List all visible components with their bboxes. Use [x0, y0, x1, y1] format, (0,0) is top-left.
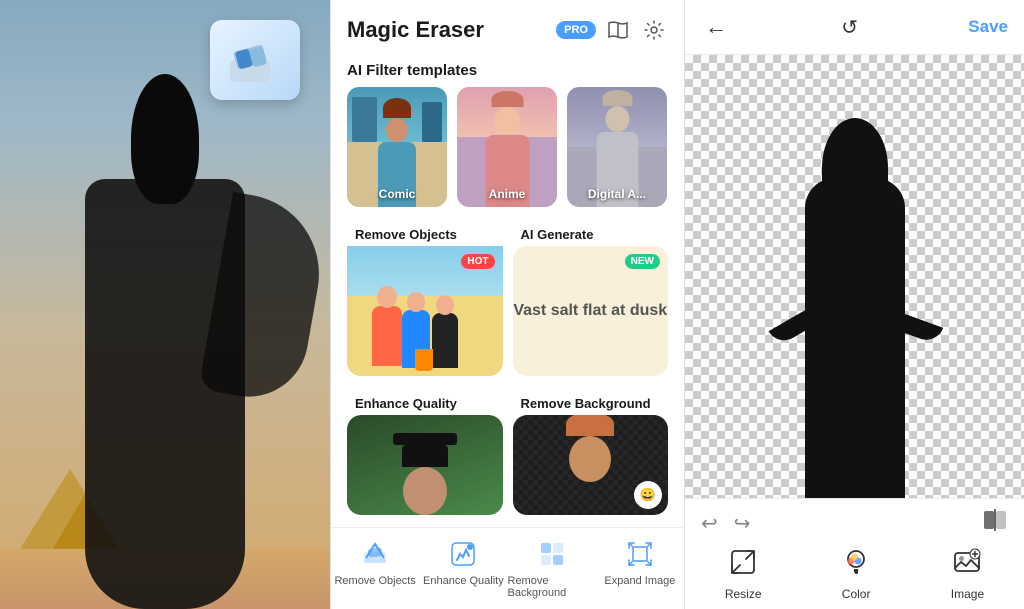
resize-label: Resize — [725, 587, 762, 601]
rb-head — [569, 436, 611, 482]
redo-button[interactable]: ↪ — [734, 511, 751, 536]
enhance-quality-card[interactable] — [347, 415, 503, 515]
beach-bucket — [415, 349, 433, 371]
beach-child-1 — [372, 306, 402, 366]
person-hair — [131, 74, 199, 204]
filter-card-anime[interactable]: Anime — [457, 87, 557, 207]
bottom-tools: Remove Objects Enhance Quality — [331, 527, 684, 603]
person-dress — [85, 179, 245, 609]
tool-expand-image[interactable]: Expand Image — [596, 536, 684, 599]
right-tool-resize[interactable]: Resize — [725, 547, 762, 601]
ai-generate-section[interactable]: AI Generate NEW Vast salt flat at dusk — [513, 219, 669, 376]
remove-objects-icon — [357, 536, 393, 572]
color-label: Color — [842, 587, 871, 601]
right-header: ← ↺ Save — [685, 0, 1024, 55]
enhance-quality-image — [347, 415, 503, 515]
filter-card-anime-label: Anime — [457, 187, 557, 201]
filter-card-comic[interactable]: Comic — [347, 87, 447, 207]
right-bottom-bar: ↩ ↪ — [685, 498, 1024, 609]
settings-icon[interactable] — [640, 16, 668, 44]
ai-filter-section-label: AI Filter templates — [331, 54, 684, 87]
enhance-remove-row: Enhance Quality Remove Background — [331, 388, 684, 527]
remove-background-label: Remove Background — [513, 388, 669, 415]
middle-header: Magic Eraser PRO — [331, 0, 684, 54]
left-panel — [0, 0, 330, 609]
remove-background-icon — [534, 536, 570, 572]
cutout-body — [805, 178, 905, 498]
image-icon — [952, 547, 982, 584]
hot-badge: HOT — [461, 254, 494, 269]
cutout-hair — [822, 118, 888, 218]
enhance-quality-section[interactable]: Enhance Quality — [347, 388, 503, 515]
tool-remove-objects[interactable]: Remove Objects — [331, 536, 419, 599]
left-person — [45, 79, 285, 609]
expand-image-icon — [622, 536, 658, 572]
remove-objects-image: HOT — [347, 246, 503, 376]
resize-icon — [728, 547, 758, 584]
right-tool-color[interactable]: Color — [841, 547, 871, 601]
undo-redo-row: ↩ ↪ — [685, 499, 1024, 543]
remove-bg-face — [560, 430, 620, 500]
right-tools-row: Resize Color — [685, 543, 1024, 609]
color-icon — [841, 547, 871, 584]
pro-badge[interactable]: PRO — [556, 21, 596, 39]
rb-hair — [566, 415, 614, 436]
right-panel: ← ↺ Save ↩ ↪ — [685, 0, 1024, 609]
ai-generate-card[interactable]: NEW Vast salt flat at dusk — [513, 246, 669, 376]
book-icon[interactable] — [604, 16, 632, 44]
filter-card-digital[interactable]: Digital A... — [567, 87, 667, 207]
new-badge: NEW — [625, 254, 660, 269]
enhance-quality-icon — [445, 536, 481, 572]
back-button[interactable]: ← — [701, 14, 731, 40]
tool-remove-background[interactable]: Remove Background — [508, 536, 596, 599]
tool-expand-image-label: Expand Image — [604, 575, 675, 587]
remove-background-card[interactable]: 😀 — [513, 415, 669, 515]
app-title: Magic Eraser — [347, 17, 548, 43]
ai-generate-text: Vast salt flat at dusk — [513, 300, 667, 322]
compare-button[interactable] — [982, 507, 1008, 539]
remove-background-image: 😀 — [513, 415, 669, 515]
filter-card-comic-label: Comic — [347, 187, 447, 201]
undo-button[interactable]: ↩ — [701, 511, 718, 536]
image-label: Image — [951, 587, 984, 601]
filter-card-digital-label: Digital A... — [567, 187, 667, 201]
beach-child-3 — [432, 313, 458, 368]
tool-enhance-quality[interactable]: Enhance Quality — [419, 536, 507, 599]
refresh-button[interactable]: ↺ — [841, 15, 858, 40]
enhance-quality-label: Enhance Quality — [347, 388, 503, 415]
tool-remove-objects-label: Remove Objects — [334, 575, 415, 587]
sticker: 😀 — [634, 481, 662, 509]
right-canvas — [685, 55, 1024, 498]
tool-remove-background-label: Remove Background — [508, 575, 596, 599]
remove-objects-ai-row: Remove Objects HOT AI Generate — [331, 219, 684, 388]
cutout-figure — [755, 108, 955, 498]
save-button[interactable]: Save — [968, 17, 1008, 37]
remove-background-section[interactable]: Remove Background 😀 — [513, 388, 669, 515]
tool-enhance-quality-label: Enhance Quality — [423, 575, 504, 587]
filter-scroll: Comic Anime — [331, 87, 684, 219]
remove-objects-section[interactable]: Remove Objects HOT — [347, 219, 503, 376]
right-tool-image[interactable]: Image — [951, 547, 984, 601]
ai-generate-label: AI Generate — [513, 219, 669, 246]
middle-panel: Magic Eraser PRO AI Filter templates — [330, 0, 685, 609]
remove-objects-label: Remove Objects — [347, 219, 503, 246]
